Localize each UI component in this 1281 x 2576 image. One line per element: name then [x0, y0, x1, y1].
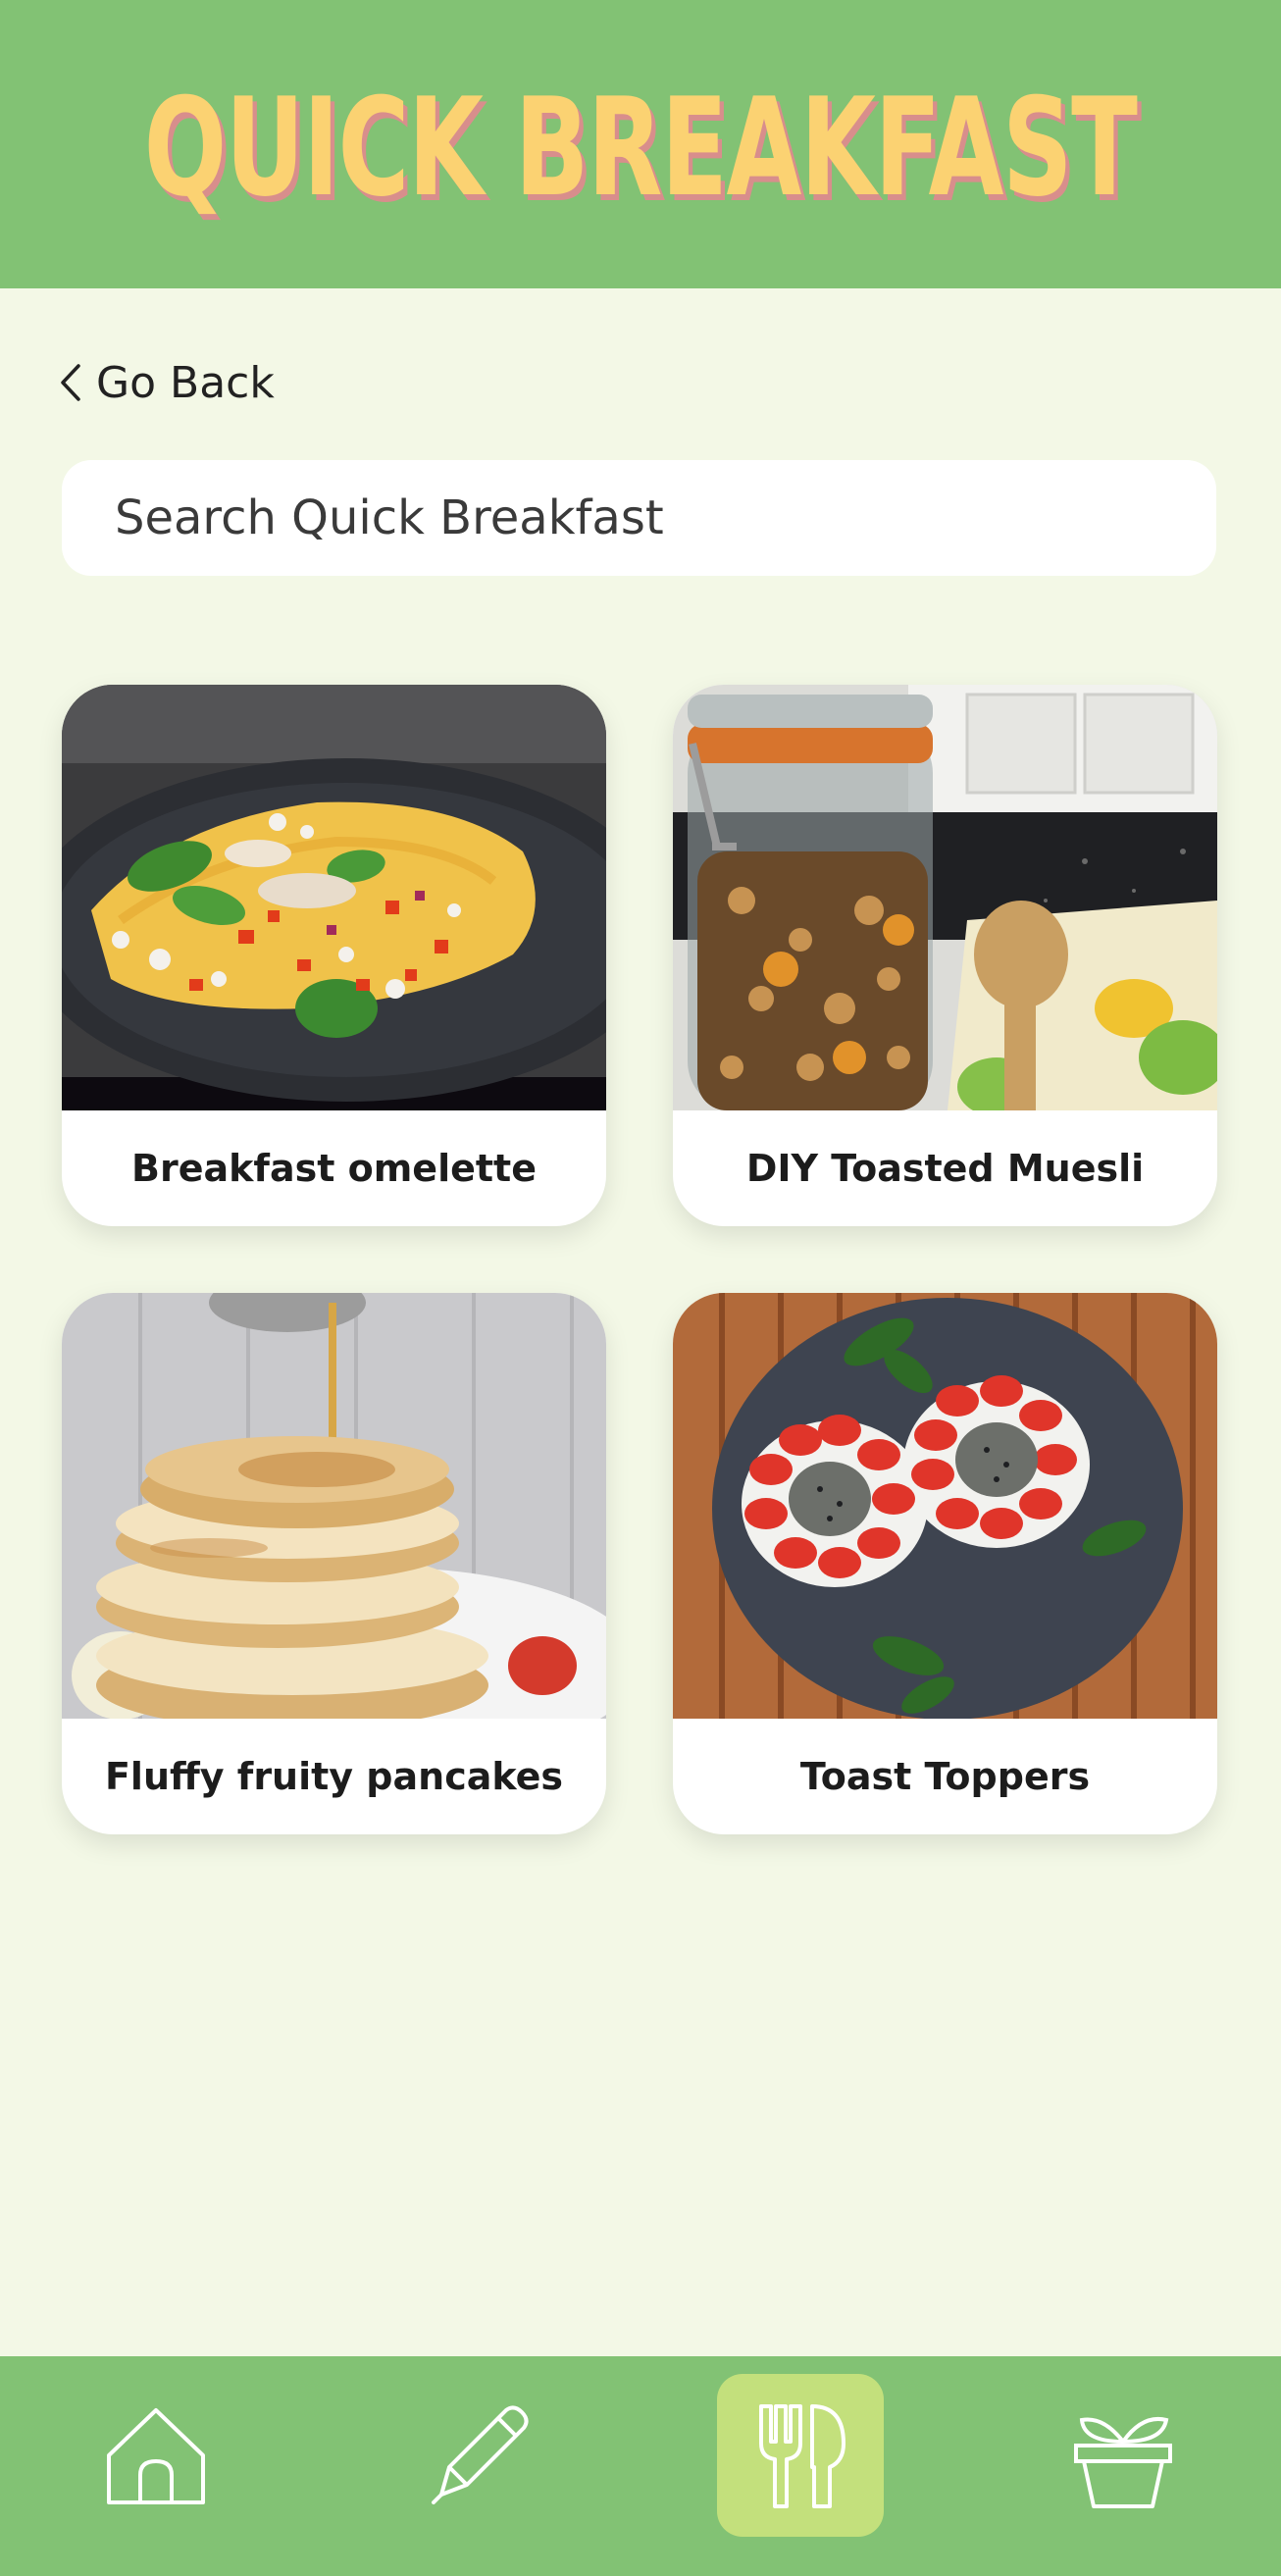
recipe-image-muesli: [673, 685, 1217, 1110]
bottom-navigation: [0, 2356, 1281, 2576]
recipe-image-omelette: [62, 685, 606, 1110]
search-input[interactable]: [115, 490, 1216, 545]
page-title: QUICK BREAKFAST: [144, 69, 1138, 227]
recipe-title: DIY Toasted Muesli: [745, 1147, 1145, 1190]
recipe-card-diy-toasted-muesli[interactable]: DIY Toasted Muesli: [673, 685, 1217, 1226]
fork-knife-icon: [759, 2404, 845, 2508]
pencil-icon: [432, 2405, 529, 2504]
nav-garden-button[interactable]: [1040, 2374, 1206, 2537]
search-bar[interactable]: [62, 460, 1216, 576]
recipe-title: Breakfast omelette: [131, 1147, 537, 1190]
nav-recipes-button[interactable]: [717, 2374, 884, 2537]
nav-edit-button[interactable]: [395, 2374, 562, 2537]
recipe-title: Fluffy fruity pancakes: [104, 1755, 564, 1798]
recipe-card-fluffy-fruity-pancakes[interactable]: Fluffy fruity pancakes: [62, 1293, 606, 1834]
home-icon: [107, 2408, 205, 2504]
recipe-image-pancakes: [62, 1293, 606, 1719]
app-header: QUICK BREAKFAST: [0, 0, 1281, 288]
chevron-left-icon: [61, 364, 80, 401]
recipe-card-toast-toppers[interactable]: Toast Toppers: [673, 1293, 1217, 1834]
recipe-card-breakfast-omelette[interactable]: Breakfast omelette: [62, 685, 606, 1226]
plant-pot-icon: [1074, 2417, 1172, 2508]
nav-home-button[interactable]: [73, 2374, 239, 2537]
recipe-image-toast-toppers: [673, 1293, 1217, 1719]
recipe-title: Toast Toppers: [799, 1755, 1091, 1798]
go-back-label: Go Back: [96, 357, 275, 408]
go-back-button[interactable]: Go Back: [57, 355, 275, 410]
